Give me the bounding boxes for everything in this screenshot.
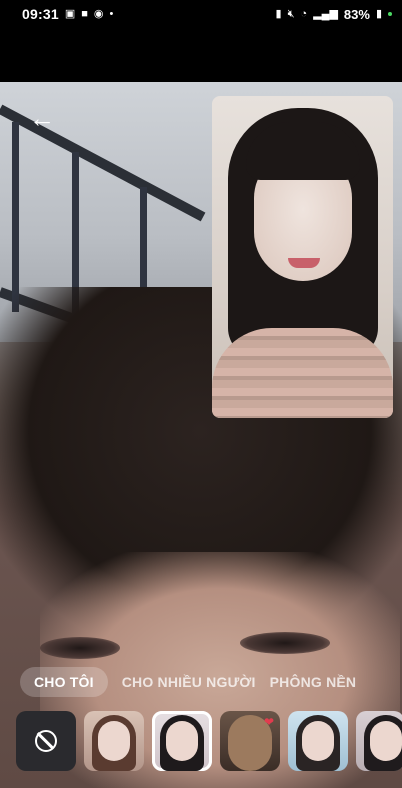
self-mouth <box>288 258 320 268</box>
remote-person-eye <box>240 632 330 654</box>
app-notification-icon: ◉ <box>93 7 104 20</box>
wifi-icon: ◔ <box>300 7 308 20</box>
block-icon <box>35 730 57 752</box>
top-black-band <box>0 28 402 82</box>
status-left: 09:31 ▣ ■ ◉ • <box>22 6 113 22</box>
effect-thumb-5[interactable] <box>356 711 402 771</box>
thumb-face <box>98 721 130 761</box>
thumb-face <box>166 721 198 761</box>
signal-icon: ▂▄▆ <box>313 7 338 20</box>
effect-thumb-3[interactable]: ❤ <box>220 711 280 771</box>
effect-thumb-2[interactable] <box>152 711 212 771</box>
effect-thumb-1[interactable] <box>84 711 144 771</box>
effects-carousel: ❤ <box>16 710 402 772</box>
video-icon: ■ <box>81 7 88 20</box>
back-button[interactable]: ← <box>28 104 56 132</box>
tab-phong-nen[interactable]: PHÔNG NỀN <box>270 674 357 690</box>
privacy-indicator <box>388 12 392 16</box>
no-effect-button[interactable] <box>16 711 76 771</box>
battery-icon: ▮ <box>375 7 382 20</box>
tab-cho-toi[interactable]: CHO TÔI <box>20 667 108 697</box>
mute-icon: 🔇︎ <box>287 7 295 20</box>
effect-thumb-4[interactable] <box>288 711 348 771</box>
battery-percent: 83% <box>343 6 370 22</box>
thumb-face <box>302 721 334 761</box>
status-time: 09:31 <box>22 6 59 22</box>
railing-bar <box>12 122 19 312</box>
self-bangs <box>246 122 360 180</box>
thumb-face <box>370 721 402 761</box>
self-view-video[interactable] <box>212 96 393 418</box>
battery-saver-icon: ▮ <box>275 7 282 20</box>
status-bar: 09:31 ▣ ■ ◉ • ▮ 🔇︎ ◔ ▂▄▆ 83% ▮ <box>0 0 402 28</box>
heart-icon: ❤ <box>263 715 274 729</box>
self-shirt <box>212 328 393 418</box>
remote-person-eye <box>40 637 120 659</box>
tab-cho-nhieu-nguoi[interactable]: CHO NHIỀU NGƯỜI <box>122 674 256 690</box>
status-right: ▮ 🔇︎ ◔ ▂▄▆ 83% ▮ <box>276 7 392 22</box>
gallery-icon: ▣ <box>64 7 76 20</box>
effect-tabs: CHO TÔI CHO NHIỀU NGƯỜI PHÔNG NỀN <box>20 666 356 698</box>
dot-icon: • <box>109 7 114 20</box>
